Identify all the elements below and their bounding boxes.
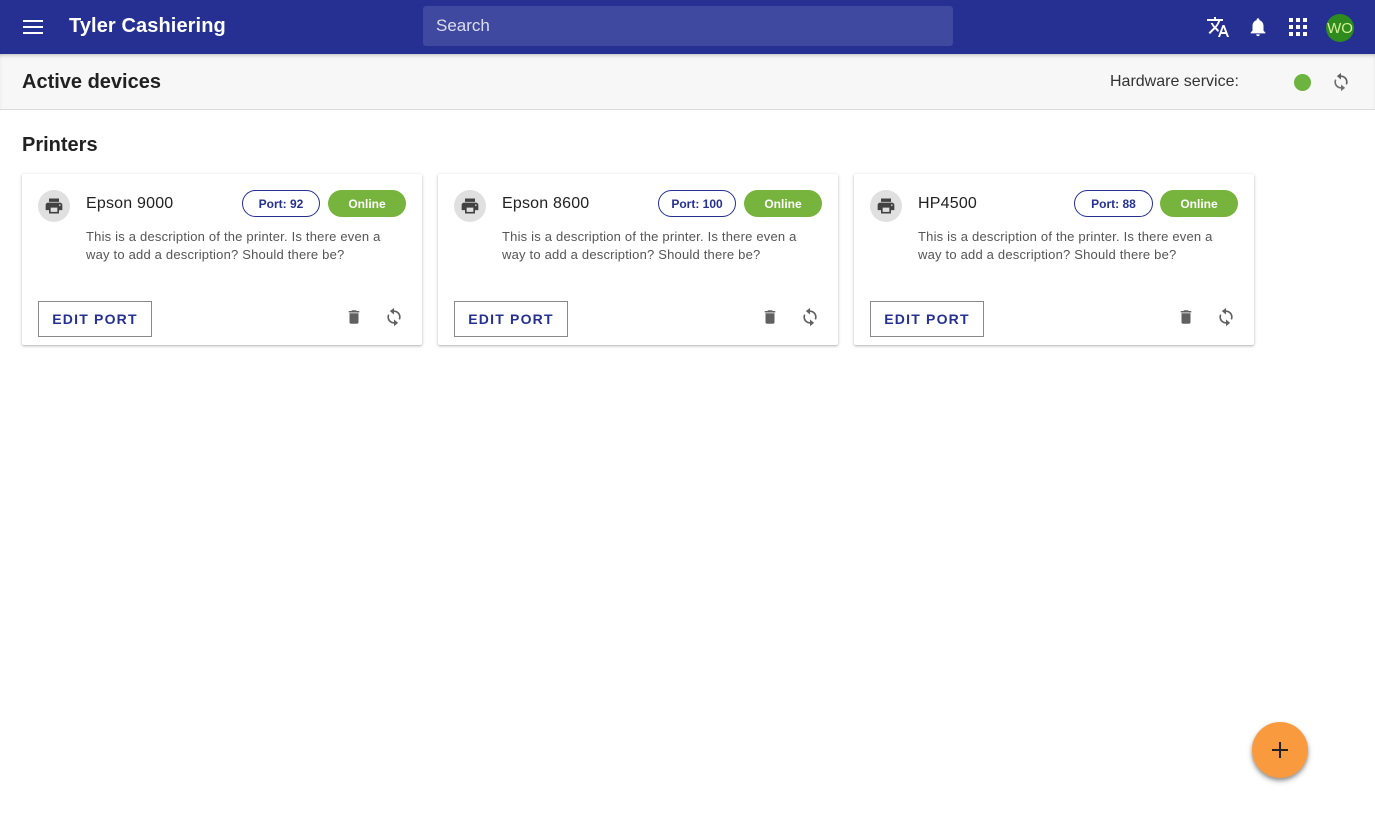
printer-name: Epson 9000 (86, 195, 174, 212)
refresh-icon[interactable] (798, 305, 822, 329)
refresh-icon[interactable] (382, 305, 406, 329)
apps-grid-icon[interactable] (1284, 13, 1312, 41)
search-input[interactable] (423, 6, 953, 46)
add-device-button[interactable] (1252, 722, 1308, 778)
bell-icon[interactable] (1244, 13, 1272, 41)
trash-icon[interactable] (758, 305, 782, 329)
edit-port-button[interactable]: EDIT PORT (870, 301, 984, 337)
refresh-icon[interactable] (1214, 305, 1238, 329)
avatar[interactable]: WO (1326, 14, 1354, 42)
printer-card: HP4500 Port: 88 Online This is a descrip… (854, 174, 1254, 345)
edit-port-button[interactable]: EDIT PORT (38, 301, 152, 337)
menu-icon[interactable] (17, 11, 49, 43)
printer-name: HP4500 (918, 195, 978, 212)
printer-icon (454, 190, 486, 222)
trash-icon[interactable] (342, 305, 366, 329)
edit-port-button[interactable]: EDIT PORT (454, 301, 568, 337)
page-header: Active devices Hardware service: (0, 54, 1375, 110)
section-title-printers: Printers (22, 134, 98, 156)
app-bar: Tyler Cashiering WO (0, 0, 1375, 54)
port-badge: Port: 88 (1074, 190, 1153, 217)
trash-icon[interactable] (1174, 305, 1198, 329)
port-badge: Port: 92 (242, 190, 320, 217)
app-title: Tyler Cashiering (69, 15, 226, 37)
printer-description: This is a description of the printer. Is… (86, 229, 381, 262)
hardware-status-indicator (1294, 74, 1311, 91)
port-badge: Port: 100 (658, 190, 736, 217)
printer-card: Epson 9000 Port: 92 Online This is a des… (22, 174, 422, 345)
status-badge: Online (744, 190, 822, 217)
translate-icon[interactable] (1204, 13, 1232, 41)
status-badge: Online (1160, 190, 1238, 217)
status-badge: Online (328, 190, 406, 217)
printer-card: Epson 8600 Port: 100 Online This is a de… (438, 174, 838, 345)
page-title: Active devices (22, 71, 161, 93)
hardware-service-label: Hardware service: (1110, 73, 1239, 90)
plus-icon (1272, 742, 1288, 758)
refresh-icon[interactable] (1329, 70, 1353, 94)
printer-description: This is a description of the printer. Is… (502, 229, 797, 262)
printer-icon (870, 190, 902, 222)
printer-description: This is a description of the printer. Is… (918, 229, 1213, 262)
printer-icon (38, 190, 70, 222)
printer-name: Epson 8600 (502, 195, 590, 212)
